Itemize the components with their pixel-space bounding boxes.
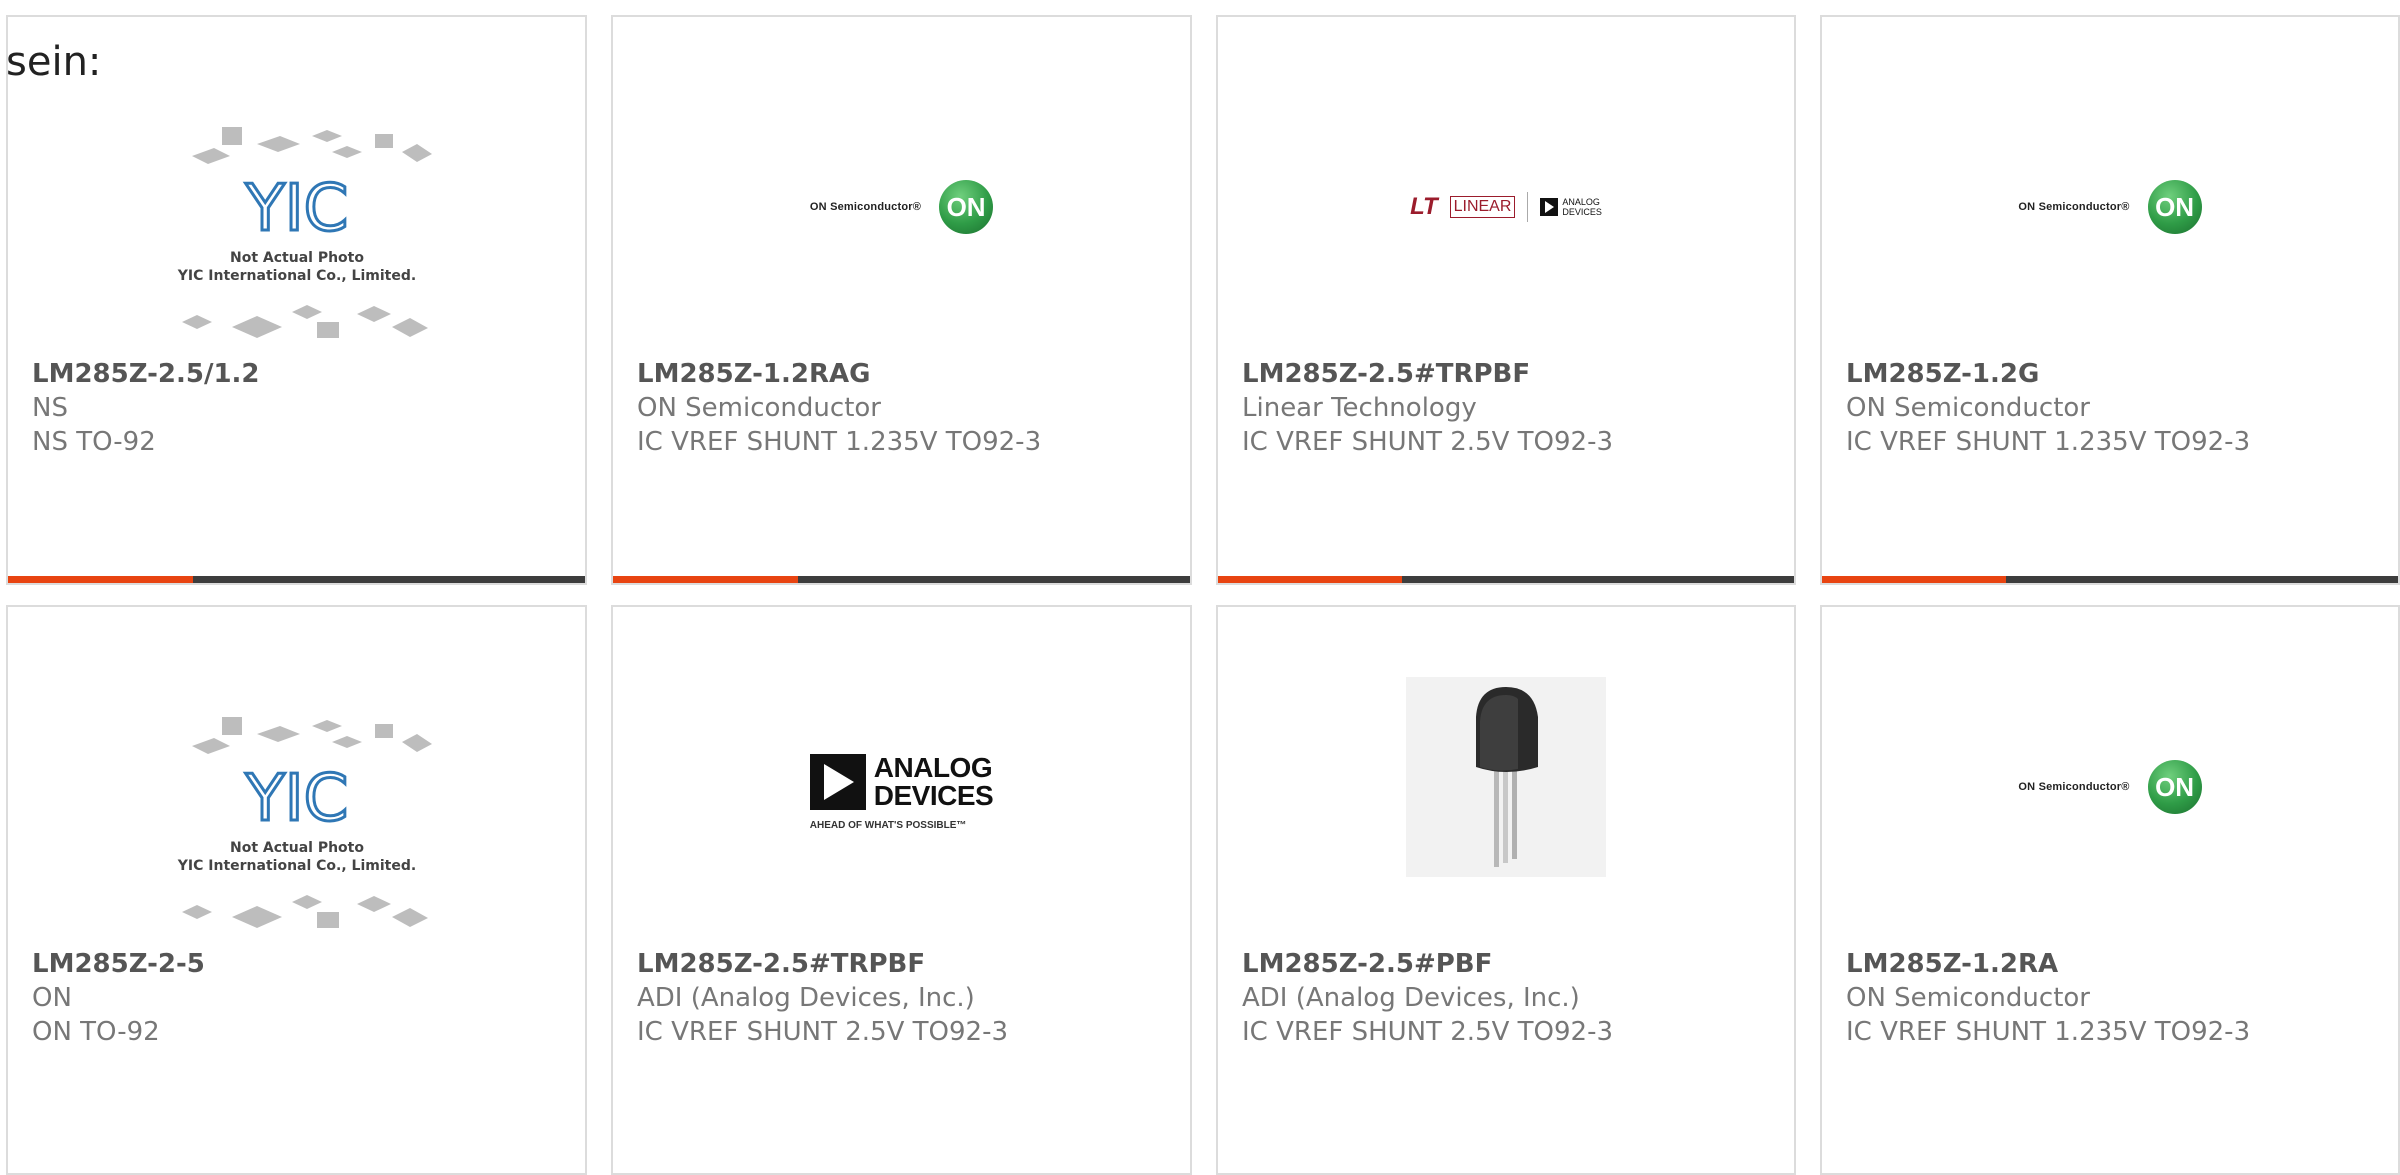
description: IC VREF SHUNT 1.235V TO92-3 xyxy=(637,427,1042,457)
manufacturer: ON Semiconductor xyxy=(1846,393,2090,423)
part-number-link[interactable]: LM285Z-2.5/1.2 xyxy=(32,357,575,391)
manufacturer: ON xyxy=(32,983,72,1013)
part-number-link[interactable]: LM285Z-2.5#PBF xyxy=(1242,947,1784,981)
yic-line1: Not Actual Photo xyxy=(230,250,364,266)
yic-line2: YIC International Co., Limited. xyxy=(176,858,415,874)
progress-bar-accent xyxy=(8,576,193,583)
part-number-link[interactable]: LM285Z-2-5 xyxy=(32,947,575,981)
manufacturer: NS xyxy=(32,393,68,423)
description: NS TO-92 xyxy=(32,427,156,457)
product-card[interactable]: LM285Z-2.5#PBF ADI (Analog Devices, Inc.… xyxy=(1216,605,1796,1175)
product-card[interactable]: ON Semiconductor® ON LM285Z-1.2RA ON Sem… xyxy=(1820,605,2400,1175)
adi-triangle-icon xyxy=(1540,198,1559,216)
product-card[interactable]: YIC Not Actual Photo YIC International C… xyxy=(6,605,587,1175)
on-semiconductor-logo: ON Semiconductor® ON xyxy=(2018,760,2202,814)
product-card[interactable]: ANALOG DEVICES AHEAD OF WHAT'S POSSIBLE™… xyxy=(611,605,1192,1175)
lt-adi-line2: DEVICES xyxy=(1562,207,1602,217)
description: ON TO-92 xyxy=(32,1017,160,1047)
product-image[interactable]: YIC Not Actual Photo YIC International C… xyxy=(8,697,585,957)
progress-bar xyxy=(613,576,1190,583)
part-number-link[interactable]: LM285Z-1.2RAG xyxy=(637,357,1180,391)
manufacturer: ON Semiconductor xyxy=(637,393,881,423)
yic-placeholder-image: YIC Not Actual Photo YIC International C… xyxy=(176,717,432,928)
linear-technology-logo: LT LINEAR ANALOG DEVICES xyxy=(1410,192,1602,222)
adi-logo-top: ANALOG DEVICES xyxy=(809,751,994,811)
part-number-link[interactable]: LM285Z-1.2RA xyxy=(1846,947,2388,981)
progress-bar-accent xyxy=(1218,576,1403,583)
progress-bar xyxy=(8,576,585,583)
product-info: LM285Z-2.5/1.2 NS NS TO-92 xyxy=(32,357,575,459)
adi-triangle-icon xyxy=(809,753,866,810)
product-image[interactable]: YIC Not Actual Photo YIC International C… xyxy=(8,107,585,367)
product-image[interactable]: ON Semiconductor® ON xyxy=(1822,147,2398,267)
yic-placeholder-image: YIC Not Actual Photo YIC International C… xyxy=(176,127,432,338)
product-card[interactable]: YIC Not Actual Photo YIC International C… xyxy=(6,15,587,585)
to92-package-photo xyxy=(1406,677,1606,877)
intro-text: sein: xyxy=(6,39,102,85)
manufacturer: ON Semiconductor xyxy=(1846,983,2090,1013)
product-image[interactable]: ANALOG DEVICES AHEAD OF WHAT'S POSSIBLE™ xyxy=(613,717,1190,867)
product-card[interactable]: ON Semiconductor® ON LM285Z-1.2G ON Semi… xyxy=(1820,15,2400,585)
description: IC VREF SHUNT 2.5V TO92-3 xyxy=(1242,1017,1614,1047)
description: IC VREF SHUNT 1.235V TO92-3 xyxy=(1846,427,2251,457)
product-card[interactable]: LT LINEAR ANALOG DEVICES LM285Z-2.5#TRPB… xyxy=(1216,15,1796,585)
progress-bar xyxy=(1218,576,1794,583)
product-info: LM285Z-2-5 ON ON TO-92 xyxy=(32,947,575,1049)
adi-line1: ANALOG xyxy=(873,751,993,783)
manufacturer: Linear Technology xyxy=(1242,393,1477,423)
on-wordmark: ON Semiconductor® xyxy=(2018,201,2130,213)
product-info: LM285Z-1.2G ON Semiconductor IC VREF SHU… xyxy=(1846,357,2388,459)
adi-tagline: AHEAD OF WHAT'S POSSIBLE™ xyxy=(809,819,967,831)
yic-brand-text: YIC xyxy=(244,172,348,246)
yic-line1: Not Actual Photo xyxy=(230,840,364,856)
adi-wordmark: ANALOG DEVICES xyxy=(873,751,994,811)
on-semiconductor-logo: ON Semiconductor® ON xyxy=(809,180,994,234)
product-image[interactable]: ON Semiconductor® ON xyxy=(1822,727,2398,847)
yic-brand-text: YIC xyxy=(244,762,348,836)
progress-bar-accent xyxy=(1822,576,2007,583)
product-info: LM285Z-2.5#TRPBF Linear Technology IC VR… xyxy=(1242,357,1784,459)
progress-bar xyxy=(1822,576,2398,583)
manufacturer: ADI (Analog Devices, Inc.) xyxy=(637,983,975,1013)
product-info: LM285Z-2.5#PBF ADI (Analog Devices, Inc.… xyxy=(1242,947,1784,1049)
logo-divider xyxy=(1527,192,1529,222)
product-info: LM285Z-2.5#TRPBF ADI (Analog Devices, In… xyxy=(637,947,1180,1049)
part-number-link[interactable]: LM285Z-2.5#TRPBF xyxy=(637,947,1180,981)
product-image[interactable] xyxy=(1218,677,1794,877)
product-image[interactable]: ON Semiconductor® ON xyxy=(613,147,1190,267)
lt-adi-line1: ANALOG xyxy=(1562,197,1600,207)
on-wordmark: ON Semiconductor® xyxy=(809,201,922,213)
product-card[interactable]: ON Semiconductor® ON LM285Z-1.2RAG ON Se… xyxy=(611,15,1192,585)
product-info: LM285Z-1.2RAG ON Semiconductor IC VREF S… xyxy=(637,357,1180,459)
on-badge-icon: ON xyxy=(939,180,994,234)
on-badge-icon: ON xyxy=(2147,760,2202,814)
lt-mark-icon: LT xyxy=(1410,193,1438,220)
lt-word: LINEAR xyxy=(1449,196,1516,218)
on-semiconductor-logo: ON Semiconductor® ON xyxy=(2018,180,2202,234)
part-number-link[interactable]: LM285Z-2.5#TRPBF xyxy=(1242,357,1784,391)
product-image[interactable]: LT LINEAR ANALOG DEVICES xyxy=(1218,147,1794,267)
yic-line2: YIC International Co., Limited. xyxy=(176,268,415,284)
description: IC VREF SHUNT 2.5V TO92-3 xyxy=(637,1017,1009,1047)
part-number-link[interactable]: LM285Z-1.2G xyxy=(1846,357,2388,391)
lt-adi-mark: ANALOG DEVICES xyxy=(1540,197,1602,217)
manufacturer: ADI (Analog Devices, Inc.) xyxy=(1242,983,1580,1013)
description: IC VREF SHUNT 2.5V TO92-3 xyxy=(1242,427,1614,457)
description: IC VREF SHUNT 1.235V TO92-3 xyxy=(1846,1017,2251,1047)
on-badge-icon: ON xyxy=(2147,180,2202,234)
on-wordmark: ON Semiconductor® xyxy=(2018,781,2130,793)
progress-bar-accent xyxy=(613,576,798,583)
product-info: LM285Z-1.2RA ON Semiconductor IC VREF SH… xyxy=(1846,947,2388,1049)
adi-line2: DEVICES xyxy=(873,779,994,811)
lt-adi-text: ANALOG DEVICES xyxy=(1562,197,1602,217)
analog-devices-logo: ANALOG DEVICES AHEAD OF WHAT'S POSSIBLE™ xyxy=(809,751,994,831)
